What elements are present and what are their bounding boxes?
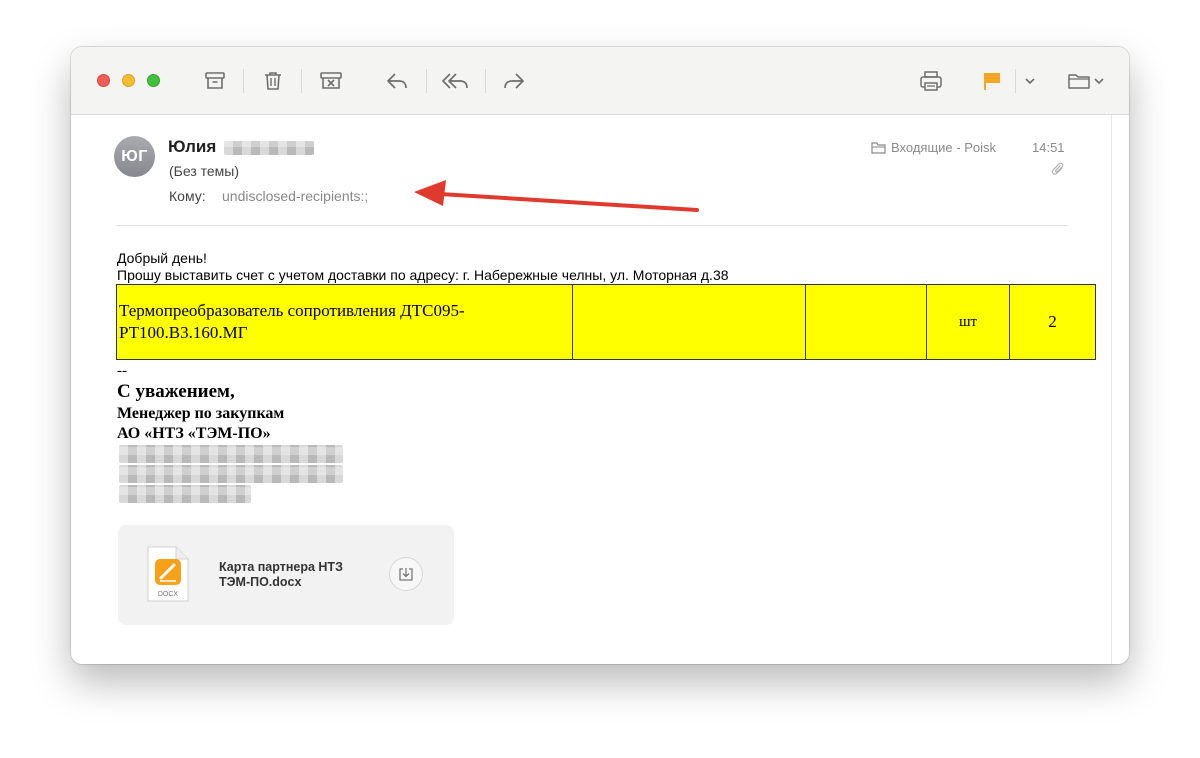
annotation-arrow	[414, 180, 699, 212]
